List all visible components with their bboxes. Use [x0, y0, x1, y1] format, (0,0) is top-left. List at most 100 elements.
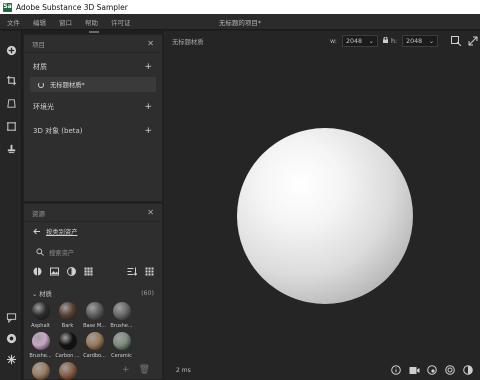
trash-icon[interactable]: 🗑 [139, 365, 150, 375]
info-icon[interactable] [390, 364, 402, 376]
material-thumbnail [58, 302, 77, 320]
add-material-button[interactable]: + [144, 62, 152, 72]
asset-tile[interactable]: Ceramic [110, 332, 134, 359]
stamp-icon[interactable] [3, 140, 19, 156]
asset-tile[interactable]: Brushe... [29, 332, 53, 359]
asset-tile[interactable]: Brushe... [110, 302, 134, 329]
viewport[interactable]: 无标题材质 w: 2048 ⌄ h: 2048 ⌄ 2 ms [164, 31, 480, 380]
menu-license[interactable]: 许可证 [111, 17, 131, 27]
environment-filter-icon[interactable] [66, 266, 76, 276]
asset-name: Brushe... [110, 323, 133, 329]
height-value: 2048 [406, 37, 423, 45]
panel-drag-handle[interactable] [89, 31, 99, 33]
material-thumbnail [85, 302, 104, 320]
back-link[interactable]: 按类别资产 [24, 223, 162, 239]
asset-name: Bark [61, 323, 74, 329]
asset-name: Asphalt [31, 323, 50, 329]
project-panel-header: 项目 ✕ [24, 35, 162, 53]
plugin-icon[interactable] [3, 351, 19, 367]
menu-bar: 文件 编辑 窗口 帮助 许可证 无标题的项目* [0, 14, 480, 30]
asset-tile[interactable]: Cardbo... [83, 332, 107, 359]
width-field[interactable]: w: 2048 ⌄ [330, 35, 378, 47]
chat-icon[interactable] [3, 309, 19, 325]
project-panel: 项目 ✕ 材质 + 无标题材质* 环境光 + 3D 对象 (beta) + [23, 34, 163, 202]
asset-tile[interactable]: Carbon ... [55, 332, 80, 359]
asset-name: Cardbo... [83, 353, 106, 359]
material-thumbnail [31, 362, 50, 380]
category-header[interactable]: ⌄ 材质 (60) [24, 286, 162, 300]
left-toolbar [0, 31, 22, 380]
materials-section-label: 材质 [33, 63, 47, 71]
asset-name: Base M... [83, 323, 106, 329]
view-grid-icon[interactable] [144, 266, 154, 276]
app-logo-icon: Sa [3, 2, 12, 12]
loading-spinner-icon [38, 81, 44, 88]
window-title: Adobe Substance 3D Sampler [16, 2, 128, 12]
add-icon[interactable] [3, 42, 19, 58]
image-filter-icon[interactable] [49, 266, 59, 276]
crop-icon[interactable] [3, 72, 19, 88]
arrow-left-icon [33, 228, 40, 234]
menu-file[interactable]: 文件 [7, 17, 20, 27]
asset-tile[interactable]: Asphalt [29, 302, 53, 329]
project-panel-title: 项目 [32, 40, 45, 49]
assets-panel-header: 资源 ✕ [24, 204, 162, 222]
asset-name: Ceramic [111, 353, 132, 359]
category-title: ⌄ 材质 [32, 290, 52, 298]
search-input[interactable]: 搜索资产 [30, 244, 156, 260]
add-asset-icon[interactable]: + [122, 365, 130, 375]
render-time: 2 ms [176, 366, 191, 374]
chevron-down-icon: ⌄ [32, 290, 38, 298]
objects-section-label: 3D 对象 (beta) [33, 127, 83, 135]
category-count: (60) [141, 289, 154, 297]
menu-edit[interactable]: 编辑 [33, 17, 46, 27]
chevron-down-icon: ⌄ [368, 37, 374, 45]
menu-help[interactable]: 帮助 [85, 17, 98, 27]
objects-section[interactable]: 3D 对象 (beta) + [24, 123, 162, 139]
add-object-button[interactable]: + [144, 126, 152, 136]
assets-panel-title: 资源 [32, 209, 45, 218]
close-icon[interactable]: ✕ [147, 39, 154, 48]
camera-reset-icon[interactable] [426, 364, 438, 376]
lock-icon[interactable] [383, 37, 388, 43]
materials-section[interactable]: 材质 + [24, 59, 162, 75]
close-icon[interactable]: ✕ [147, 208, 154, 217]
sort-icon[interactable] [127, 266, 137, 276]
asset-name: Brushe... [29, 353, 52, 359]
assets-panel-footer: + 🗑 [113, 365, 150, 375]
fit-view-icon[interactable] [450, 35, 462, 47]
material-item-label: 无标题材质* [50, 82, 85, 89]
environment-view-icon[interactable] [462, 364, 474, 376]
video-icon[interactable] [408, 364, 420, 376]
search-icon [36, 248, 44, 256]
asset-tile[interactable]: Clay [56, 362, 80, 380]
add-environment-button[interactable]: + [144, 102, 152, 112]
viewport-footer: 2 ms [164, 360, 480, 380]
material-filter-icon[interactable] [32, 266, 42, 276]
asset-name: Carbon ... [55, 353, 80, 359]
menu-window[interactable]: 窗口 [59, 17, 72, 27]
viewport-header: 无标题材质 w: 2048 ⌄ h: 2048 ⌄ [164, 31, 480, 51]
material-thumbnail [85, 332, 104, 350]
search-placeholder: 搜索资产 [49, 249, 75, 257]
environment-section-label: 环境光 [33, 103, 54, 111]
width-value: 2048 [345, 37, 362, 45]
expand-icon[interactable] [467, 35, 479, 47]
asset-tile[interactable]: Chamb... [29, 362, 53, 380]
environment-section[interactable]: 环境光 + [24, 99, 162, 115]
filter-bar [24, 263, 162, 279]
material-preview-sphere[interactable] [237, 128, 413, 304]
perspective-icon[interactable] [3, 95, 19, 111]
material-list-item[interactable]: 无标题材质* [30, 77, 156, 92]
asset-tile[interactable]: Base M... [83, 302, 107, 329]
height-field[interactable]: h: 2048 ⌄ [391, 35, 439, 47]
asset-tile[interactable]: Bark [56, 302, 80, 329]
frame-icon[interactable] [3, 118, 19, 134]
title-bar: Sa Adobe Substance 3D Sampler [0, 0, 480, 14]
document-title: 无标题的项目* [218, 18, 262, 27]
material-thumbnail [31, 302, 50, 320]
grid-filter-icon[interactable] [83, 266, 93, 276]
learn-icon[interactable] [3, 330, 19, 346]
back-link-label: 按类别资产 [46, 228, 78, 236]
lighting-icon[interactable] [444, 364, 456, 376]
